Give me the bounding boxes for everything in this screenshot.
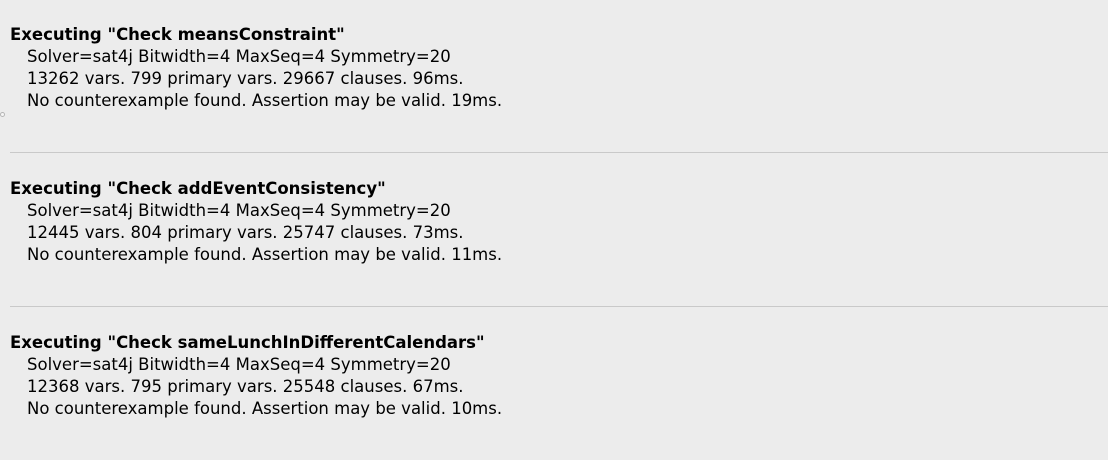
entry-divider <box>10 306 1108 307</box>
solver-stats: 12368 vars. 795 primary vars. 25548 clau… <box>27 377 464 396</box>
entry-title: Executing "Check addEventConsistency" <box>10 179 386 198</box>
log-entry: Executing "Check meansConstraint" Solver… <box>10 24 1090 112</box>
solver-settings: Solver=sat4j Bitwidth=4 MaxSeq=4 Symmetr… <box>27 355 451 374</box>
solver-result: No counterexample found. Assertion may b… <box>27 91 503 110</box>
solver-result: No counterexample found. Assertion may b… <box>27 399 503 418</box>
solver-stats: 13262 vars. 799 primary vars. 29667 clau… <box>27 69 464 88</box>
entry-title: Executing "Check sameLunchInDifferentCal… <box>10 333 485 352</box>
entry-divider <box>10 152 1108 153</box>
resize-handle-icon[interactable] <box>0 112 5 117</box>
solver-settings: Solver=sat4j Bitwidth=4 MaxSeq=4 Symmetr… <box>27 201 451 220</box>
solver-stats: 12445 vars. 804 primary vars. 25747 clau… <box>27 223 464 242</box>
execution-log-panel: Executing "Check meansConstraint" Solver… <box>0 0 1108 460</box>
log-entry: Executing "Check sameLunchInDifferentCal… <box>10 332 1090 420</box>
solver-settings: Solver=sat4j Bitwidth=4 MaxSeq=4 Symmetr… <box>27 47 451 66</box>
entry-title: Executing "Check meansConstraint" <box>10 25 345 44</box>
log-entry: Executing "Check addEventConsistency" So… <box>10 178 1090 266</box>
solver-result: No counterexample found. Assertion may b… <box>27 245 503 264</box>
